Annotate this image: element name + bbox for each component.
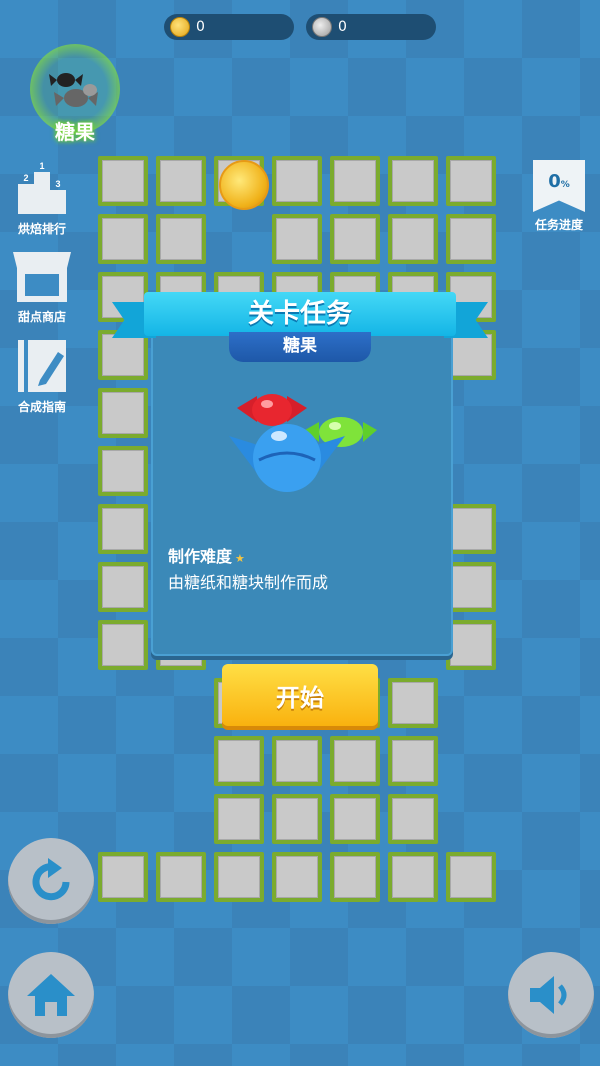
board-cell[interactable] [272,156,322,206]
task-progress-unit: % [560,180,570,190]
board-cell[interactable] [272,852,322,902]
board-cell[interactable] [446,852,496,902]
modal-title: 关卡任务 [144,292,456,336]
board-cell[interactable] [98,214,148,264]
recipe-description: 由糖纸和糖块制作而成 [168,573,329,592]
task-progress-label: 任务进度 [534,218,583,232]
board-cell[interactable] [446,214,496,264]
modal-subtitle: 糖果 [229,332,371,362]
board-cell[interactable] [98,446,148,496]
leaderboard-label: 烘焙排行 [17,222,66,236]
undo-icon [32,858,70,901]
board-cell[interactable] [330,156,380,206]
shop-icon [13,252,71,302]
difficulty-label: 制作难度 [168,547,233,566]
board-cell[interactable] [214,794,264,844]
task-progress-value: 0 [548,171,561,192]
level-task-modal [151,320,453,656]
board-cell[interactable] [272,794,322,844]
rank-3: 3 [55,179,60,189]
board-cell[interactable] [98,562,148,612]
leaderboard-button[interactable]: 1 2 3 烘焙排行 [8,160,76,237]
board-cell[interactable] [156,852,206,902]
board-cell[interactable] [388,214,438,264]
board-cell[interactable] [156,214,206,264]
board-cell[interactable] [446,504,496,554]
board-cell[interactable] [446,562,496,612]
board-cell[interactable] [272,736,322,786]
board-cell[interactable] [98,620,148,670]
guide-icon [18,340,66,392]
board-cell[interactable] [156,156,206,206]
podium-icon: 1 2 3 [18,161,66,214]
synthesis-guide-button[interactable]: 合成指南 [8,338,76,415]
rank-2: 2 [23,173,28,183]
board-cell[interactable] [330,214,380,264]
task-progress[interactable]: 0% 任务进度 [530,160,588,233]
board-cell[interactable] [330,736,380,786]
gold-currency-pill: 0 [164,14,294,40]
guide-label: 合成指南 [17,400,66,414]
home-icon [27,974,75,1016]
home-button[interactable] [8,952,94,1038]
star-icon: ★ [235,552,245,565]
board-cell[interactable] [214,736,264,786]
silver-count: 0 [338,19,347,35]
board-cell[interactable] [388,852,438,902]
start-button[interactable]: 开始 [222,664,378,726]
candy-target-icon [49,73,98,107]
board-cell[interactable] [388,794,438,844]
rank-1: 1 [39,161,44,171]
difficulty-row: 制作难度 ★ [168,543,245,567]
target-label: 糖果 [55,120,95,144]
bookmark-icon: 0% [533,160,585,212]
dessert-shop-button[interactable]: 甜点商店 [8,248,76,325]
board-cell[interactable] [446,156,496,206]
silver-coin-icon [312,17,332,37]
board-cell[interactable] [388,156,438,206]
shop-label: 甜点商店 [17,310,66,324]
sound-icon [530,976,567,1014]
board-cell[interactable] [388,736,438,786]
board-cell[interactable] [330,852,380,902]
candy-illustration [229,394,377,492]
gold-coin-icon [170,17,190,37]
silver-currency-pill: 0 [306,14,436,40]
board-cell[interactable] [98,504,148,554]
sound-button[interactable] [508,952,594,1038]
board-cell[interactable] [214,852,264,902]
board-cell[interactable] [446,620,496,670]
gold-count: 0 [196,19,205,35]
board-cell[interactable] [98,388,148,438]
board-cell[interactable] [388,678,438,728]
undo-button[interactable] [8,838,94,924]
board-cell[interactable] [98,852,148,902]
board-cell[interactable] [330,794,380,844]
board-cell[interactable] [98,156,148,206]
board-cell[interactable] [272,214,322,264]
gold-coin-token[interactable] [219,160,269,210]
